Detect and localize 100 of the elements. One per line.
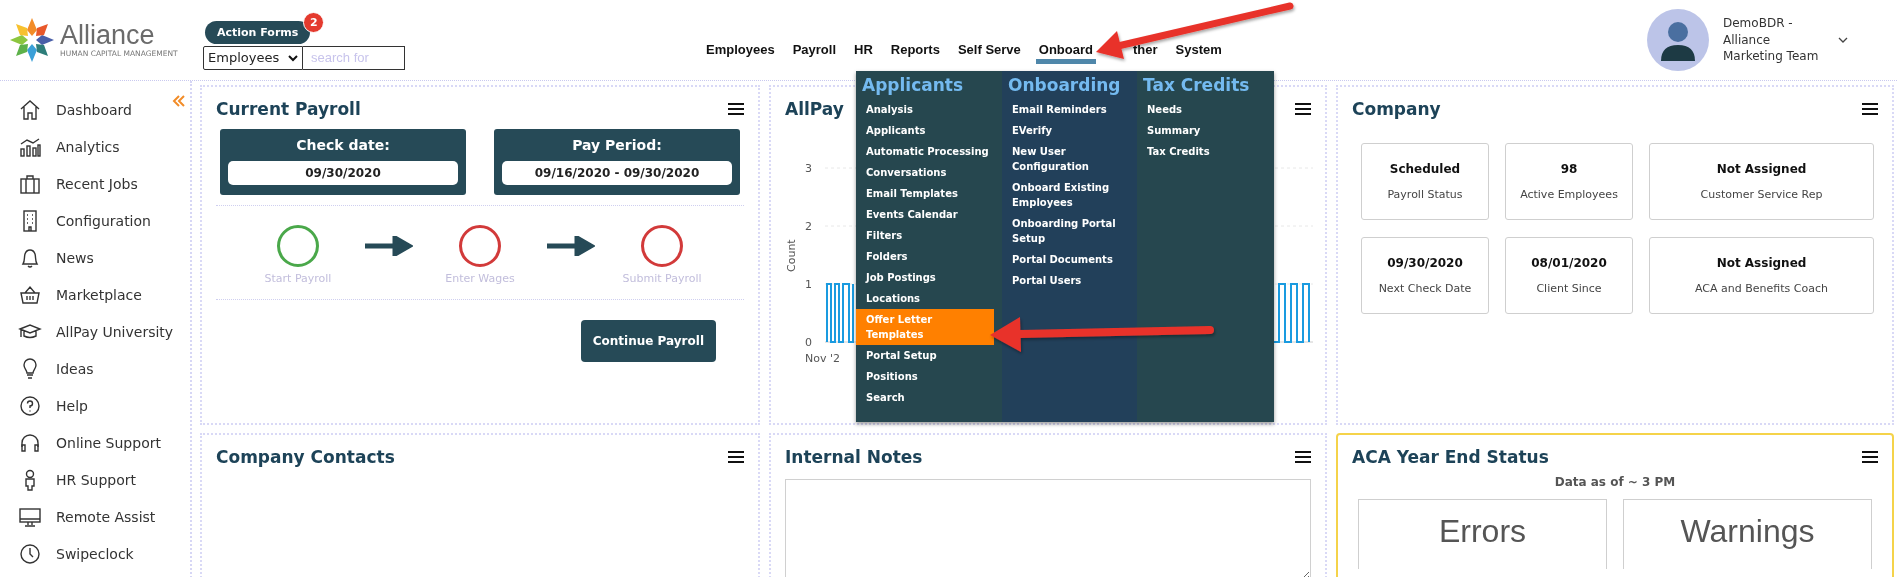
nav-tab[interactable]: Payroll bbox=[789, 40, 839, 64]
axis-tick: 3 bbox=[805, 162, 812, 175]
card-title: ACA Year End Status bbox=[1352, 447, 1549, 467]
menu-item[interactable]: Conversations bbox=[856, 162, 1002, 183]
sidebar-item[interactable]: Dashboard bbox=[56, 101, 132, 118]
menu-item[interactable]: Filters bbox=[856, 225, 1002, 246]
menu-item[interactable]: Automatic Processing bbox=[856, 141, 1002, 162]
caret-icon bbox=[288, 53, 298, 62]
menu-item[interactable]: Needs bbox=[1137, 99, 1274, 120]
date-label: Check date: bbox=[296, 137, 390, 153]
menu-item[interactable]: Events Calendar bbox=[856, 204, 1002, 225]
menu-icon[interactable] bbox=[1295, 450, 1311, 464]
menu-item[interactable]: Folders bbox=[856, 246, 1002, 267]
arrow-icon bbox=[365, 236, 413, 256]
stat-label: Payroll Status bbox=[1387, 188, 1463, 201]
status-heading: Errors bbox=[1438, 514, 1527, 550]
sidebar-item[interactable]: Online Support bbox=[56, 434, 161, 451]
menu-icon[interactable] bbox=[1862, 450, 1878, 464]
notification-badge: 2 bbox=[303, 11, 325, 33]
axis-title: Count bbox=[785, 239, 798, 272]
sidebar-item[interactable]: Ideas bbox=[56, 360, 94, 377]
logo-icon bbox=[8, 16, 56, 64]
menu-item[interactable]: New User Configuration bbox=[1002, 141, 1137, 177]
notes-field[interactable] bbox=[785, 479, 1311, 577]
avatar-icon[interactable] bbox=[1647, 9, 1709, 71]
stat-value: Not Assigned bbox=[1716, 162, 1807, 176]
stat-label: Client Since bbox=[1536, 282, 1602, 295]
sidebar-item[interactable]: Swipeclock bbox=[56, 545, 134, 562]
axis-tick: 0 bbox=[805, 336, 812, 349]
step-label: Submit Payroll bbox=[622, 272, 702, 285]
menu-icon[interactable] bbox=[1295, 102, 1311, 116]
menu-item[interactable]: Positions bbox=[856, 366, 1002, 387]
nav-tab[interactable]: Onboard bbox=[1035, 40, 1096, 64]
arrow-icon bbox=[547, 236, 595, 256]
menu-item[interactable]: Portal Setup bbox=[856, 345, 1002, 366]
sidebar-item[interactable]: Configuration bbox=[56, 212, 151, 229]
nav-tab[interactable]: ther bbox=[1129, 40, 1161, 64]
sidebar-item[interactable]: Remote Assist bbox=[56, 508, 156, 525]
menu-icon[interactable] bbox=[728, 450, 744, 464]
axis-tick: 1 bbox=[805, 278, 812, 291]
search-field[interactable]: search for bbox=[303, 45, 405, 70]
sidebar-item[interactable]: AllPay University bbox=[56, 323, 174, 340]
stat-label: Next Check Date bbox=[1378, 282, 1472, 295]
menu-item[interactable]: EVerify bbox=[1002, 120, 1137, 141]
nav-tab[interactable]: Reports bbox=[887, 40, 943, 64]
sidebar-item[interactable]: Recent Jobs bbox=[56, 175, 138, 192]
menu-item[interactable]: Applicants bbox=[856, 120, 1002, 141]
menu-icon[interactable] bbox=[1862, 102, 1878, 116]
sidebar-item[interactable]: News bbox=[56, 249, 94, 266]
card-title: AllPay bbox=[785, 99, 844, 119]
stat-value: Scheduled bbox=[1389, 162, 1461, 176]
sidebar-item[interactable]: Analytics bbox=[56, 138, 120, 155]
help-icon[interactable] bbox=[18, 393, 42, 418]
status-heading: Warnings bbox=[1680, 514, 1815, 550]
nav-tab[interactable]: Employees bbox=[703, 40, 778, 64]
step-label: Enter Wages bbox=[445, 272, 515, 285]
menu-item[interactable]: Email Templates bbox=[856, 183, 1002, 204]
sidebar-item[interactable]: Help bbox=[56, 397, 88, 414]
sidebar-item[interactable]: Marketplace bbox=[56, 286, 142, 303]
nav-tab[interactable]: Self Serve bbox=[954, 40, 1024, 64]
menu-heading: Onboarding bbox=[1007, 75, 1122, 97]
menu-item[interactable]: Analysis bbox=[856, 99, 1002, 120]
continue-payroll-button[interactable]: Continue Payroll bbox=[580, 320, 716, 362]
menu-item[interactable]: Job Postings bbox=[856, 267, 1002, 288]
axis-tick: Nov '2 bbox=[805, 352, 840, 365]
card-title: Company bbox=[1352, 99, 1441, 119]
sidebar-item[interactable]: HR Support bbox=[56, 471, 137, 488]
stat-value: 08/01/2020 bbox=[1531, 256, 1607, 270]
menu-icon[interactable] bbox=[728, 102, 744, 116]
card-title: Company Contacts bbox=[216, 447, 395, 467]
nav-tab[interactable]: System bbox=[1172, 40, 1225, 64]
menu-item[interactable]: Portal Users bbox=[1002, 270, 1137, 291]
brand-name: Alliance bbox=[60, 22, 156, 49]
card-title: Internal Notes bbox=[785, 447, 923, 467]
action-forms-button[interactable]: Action Forms bbox=[205, 20, 311, 44]
menu-item[interactable]: Tax Credits bbox=[1137, 141, 1274, 162]
stat-label: ACA and Benefits Coach bbox=[1695, 282, 1828, 295]
menu-item[interactable]: Onboard Existing Employees bbox=[1002, 177, 1137, 213]
clock-icon[interactable] bbox=[18, 541, 42, 566]
menu-item[interactable]: Email Reminders bbox=[1002, 99, 1137, 120]
stat-value: 09/30/2020 bbox=[1387, 256, 1463, 270]
menu-item[interactable]: Locations bbox=[856, 288, 1002, 309]
menu-item[interactable]: Onboarding Portal Setup bbox=[1002, 213, 1137, 249]
card-title: Current Payroll bbox=[216, 99, 361, 119]
menu-item[interactable]: Search bbox=[856, 387, 1002, 408]
stat-value: 98 bbox=[1560, 162, 1578, 176]
user-name[interactable]: DemoBDR - Alliance Marketing Team bbox=[1723, 14, 1823, 66]
stat-label: Customer Service Rep bbox=[1700, 188, 1823, 201]
menu-heading: Tax Credits bbox=[1142, 75, 1251, 97]
date-value: 09/16/2020 - 09/30/2020 bbox=[502, 161, 732, 185]
data-timestamp: Data as of ~ 3 PM bbox=[1553, 474, 1677, 491]
axis-tick: 2 bbox=[805, 220, 812, 233]
stat-label: Active Employees bbox=[1520, 188, 1618, 201]
step-label: Start Payroll bbox=[264, 272, 332, 285]
menu-item[interactable]: Summary bbox=[1137, 120, 1274, 141]
search-scope-dropdown[interactable]: Employees bbox=[203, 45, 303, 70]
menu-heading: Applicants bbox=[861, 75, 965, 97]
menu-item[interactable]: Portal Documents bbox=[1002, 249, 1137, 270]
date-label: Pay Period: bbox=[572, 137, 662, 153]
nav-tab[interactable]: HR bbox=[851, 40, 876, 64]
